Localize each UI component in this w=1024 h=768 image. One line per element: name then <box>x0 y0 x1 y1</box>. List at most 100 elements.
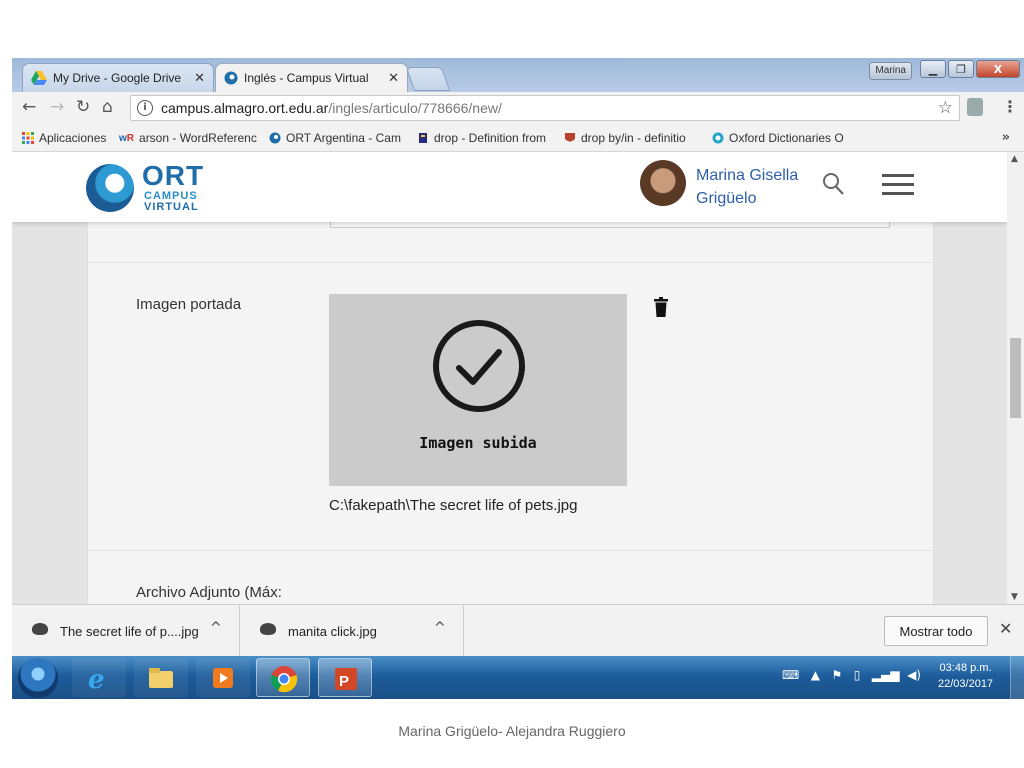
ort-icon <box>224 71 238 85</box>
bookmark-label: arson - WordReferenc <box>139 131 257 145</box>
url-text: campus.almagro.ort.edu.ar/ingles/articul… <box>161 100 502 116</box>
keyboard-icon[interactable]: ⌨ <box>782 668 799 682</box>
internet-explorer-icon: e <box>88 665 105 692</box>
bookmark-label: drop by/in - definitio <box>581 131 686 145</box>
trash-icon[interactable] <box>654 297 668 317</box>
show-desktop-button[interactable] <box>1010 656 1024 699</box>
upload-status-text: Imagen subida <box>419 434 537 452</box>
power-icon[interactable]: ▯ <box>854 668 861 682</box>
browser-menu-icon[interactable]: ⋮ <box>1002 97 1018 116</box>
start-button[interactable] <box>18 658 58 698</box>
address-bar[interactable]: i campus.almagro.ort.edu.ar/ingles/artic… <box>130 95 960 121</box>
chevron-up-icon[interactable]: ^ <box>210 620 222 636</box>
image-file-icon <box>32 623 48 635</box>
powerpoint-icon: P <box>335 668 357 690</box>
reload-icon[interactable]: ↻ <box>76 97 90 117</box>
folder-icon <box>149 668 173 688</box>
system-tray: ⌨ ▲ ⚑ ▯ ▂▄▆ ◀) <box>782 668 921 682</box>
download-bar: The secret life of p....jpg ^ manita cli… <box>12 604 1024 657</box>
ort-icon <box>269 132 281 144</box>
apps-grid-icon <box>22 132 34 144</box>
taskbar-media-player[interactable] <box>196 658 250 697</box>
close-icon[interactable]: ✕ <box>999 619 1012 638</box>
avatar[interactable] <box>640 160 686 206</box>
close-window-button[interactable]: X <box>976 60 1020 78</box>
bookmark-drop-by-in[interactable]: drop by/in - definitio <box>564 131 686 145</box>
scrollbar-thumb[interactable] <box>1010 338 1021 418</box>
taskbar-clock[interactable]: 03:48 p.m. 22/03/2017 <box>938 660 993 692</box>
svg-text:P: P <box>339 673 349 690</box>
bookmark-ort-argentina[interactable]: ORT Argentina - Cam <box>269 131 401 145</box>
user-first-name: Marina Gisella <box>696 167 799 184</box>
check-circle-icon <box>433 320 525 412</box>
cover-image-preview[interactable]: Imagen subida <box>329 294 627 486</box>
new-tab-button[interactable] <box>405 67 451 91</box>
download-filename: manita click.jpg <box>288 624 377 639</box>
site-info-icon[interactable]: i <box>137 100 153 116</box>
divider <box>88 262 933 263</box>
media-player-icon <box>213 668 233 688</box>
download-item[interactable]: The secret life of p....jpg ^ <box>12 605 240 657</box>
browser-toolbar: ← → ↻ ⌂ i campus.almagro.ort.edu.ar/ingl… <box>12 92 1024 126</box>
user-last-name: Grigüelo <box>696 190 757 207</box>
bookmarks-bar: Aplicaciones wR arson - WordReferenc ORT… <box>12 126 1024 152</box>
taskbar-file-explorer[interactable] <box>134 658 188 697</box>
dictionary-icon <box>419 133 427 143</box>
bookmarks-overflow-icon[interactable]: » <box>1002 130 1010 145</box>
download-filename: The secret life of p....jpg <box>60 624 199 639</box>
profile-badge[interactable]: Marina <box>869 62 912 80</box>
taskbar-powerpoint[interactable]: P <box>318 658 372 697</box>
tab-close-icon[interactable]: ✕ <box>388 70 399 86</box>
tab-close-icon[interactable]: ✕ <box>194 70 205 86</box>
taskbar-chrome[interactable] <box>256 658 310 697</box>
bookmark-label: ORT Argentina - Cam <box>286 131 401 145</box>
browser-titlebar: My Drive - Google Drive ✕ Inglés - Campu… <box>12 58 1024 92</box>
image-file-icon <box>260 623 276 635</box>
user-name[interactable]: Marina Gisella Grigüelo <box>696 164 798 210</box>
taskbar-internet-explorer[interactable]: e <box>72 658 126 697</box>
divider <box>88 550 933 551</box>
scroll-up-icon[interactable]: ▲ <box>1011 154 1018 164</box>
slide-footer: Marina Grigüelo- Alejandra Ruggiero <box>398 723 626 739</box>
show-all-button[interactable]: Mostrar todo <box>884 616 988 646</box>
bookmark-wordreference[interactable]: wR arson - WordReferenc <box>119 131 257 145</box>
attachment-label: Archivo Adjunto (Máx: <box>136 584 282 601</box>
wordreference-icon: wR <box>119 132 135 144</box>
scroll-down-icon[interactable]: ▼ <box>1011 592 1018 602</box>
restore-button[interactable]: ❐ <box>948 60 974 78</box>
site-header: ORT CAMPUS VIRTUAL Marina Gisella Grigüe… <box>12 152 1007 222</box>
google-drive-icon <box>31 71 47 85</box>
cambridge-icon <box>565 133 575 142</box>
download-item[interactable]: manita click.jpg ^ <box>240 605 464 657</box>
ort-logo-mark <box>86 164 134 212</box>
tray-expand-icon[interactable]: ▲ <box>811 668 820 682</box>
home-icon[interactable]: ⌂ <box>102 97 113 117</box>
forward-arrow-icon[interactable]: → <box>50 97 64 117</box>
vertical-scrollbar[interactable]: ▲ ▼ <box>1007 152 1024 604</box>
search-icon[interactable] <box>822 172 844 196</box>
bookmark-label: Oxford Dictionaries O <box>729 131 844 145</box>
logo-line2: VIRTUAL <box>144 201 199 213</box>
tab-campus-virtual[interactable]: Inglés - Campus Virtual ✕ <box>215 63 408 92</box>
page-viewport: Imagen portada Imagen subida C:\fakepath… <box>12 152 1007 604</box>
url-path: /ingles/articulo/778666/new/ <box>328 100 502 116</box>
bookmark-oxford[interactable]: Oxford Dictionaries O <box>712 131 844 145</box>
minimize-button[interactable]: ▁ <box>920 60 946 78</box>
chevron-up-icon[interactable]: ^ <box>434 620 446 636</box>
hamburger-menu-icon[interactable] <box>882 174 914 196</box>
bookmark-label: Aplicaciones <box>39 131 107 145</box>
back-arrow-icon[interactable]: ← <box>22 97 36 117</box>
signal-icon[interactable]: ▂▄▆ <box>872 668 900 682</box>
extension-icon[interactable] <box>967 98 983 116</box>
ort-logo[interactable]: ORT CAMPUS VIRTUAL <box>86 160 206 214</box>
tab-google-drive[interactable]: My Drive - Google Drive ✕ <box>22 63 214 92</box>
bookmark-drop-definition[interactable]: drop - Definition from <box>417 131 546 145</box>
cover-image-label: Imagen portada <box>136 296 242 313</box>
bookmark-aplicaciones[interactable]: Aplicaciones <box>22 131 106 145</box>
bookmark-star-icon[interactable]: ☆ <box>938 98 953 118</box>
clock-date: 22/03/2017 <box>938 678 994 690</box>
oxford-icon <box>712 132 724 144</box>
action-center-icon[interactable]: ⚑ <box>831 668 842 682</box>
tab-label: Inglés - Campus Virtual <box>244 71 369 85</box>
volume-icon[interactable]: ◀) <box>907 668 921 682</box>
